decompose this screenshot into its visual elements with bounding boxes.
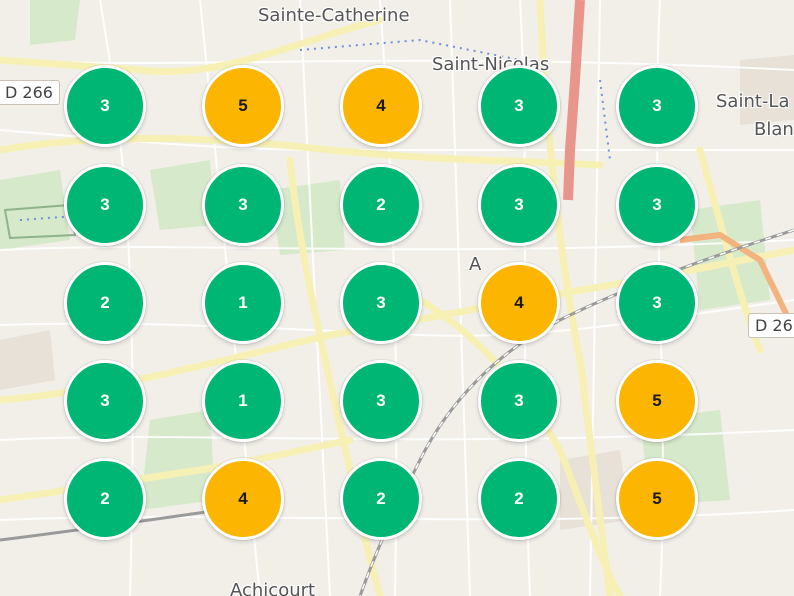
cluster-marker[interactable]: 2 <box>340 458 422 540</box>
cluster-marker[interactable]: 3 <box>616 262 698 344</box>
cluster-marker[interactable]: 2 <box>340 164 422 246</box>
cluster-marker[interactable]: 3 <box>64 65 146 147</box>
cluster-marker[interactable]: 3 <box>202 164 284 246</box>
cluster-marker[interactable]: 1 <box>202 262 284 344</box>
road-badge-d266: D 266 <box>0 80 60 105</box>
cluster-marker[interactable]: 3 <box>478 360 560 442</box>
cluster-marker[interactable]: 1 <box>202 360 284 442</box>
cluster-marker[interactable]: 3 <box>616 164 698 246</box>
road-badge-d26: D 26 <box>748 313 794 338</box>
cluster-marker[interactable]: 3 <box>616 65 698 147</box>
cluster-marker[interactable]: 5 <box>616 458 698 540</box>
cluster-marker[interactable]: 2 <box>478 458 560 540</box>
cluster-marker[interactable]: 5 <box>616 360 698 442</box>
place-label-arras: A <box>469 254 482 275</box>
cluster-marker[interactable]: 3 <box>340 262 422 344</box>
place-label-sainte-catherine: Sainte-Catherine <box>258 5 410 26</box>
cluster-marker[interactable]: 4 <box>340 65 422 147</box>
cluster-marker[interactable]: 3 <box>478 164 560 246</box>
cluster-marker[interactable]: 3 <box>340 360 422 442</box>
cluster-marker[interactable]: 4 <box>202 458 284 540</box>
cluster-marker[interactable]: 2 <box>64 458 146 540</box>
place-label-saint-laurent-line2: Blan <box>754 119 794 140</box>
map-canvas[interactable]: Sainte-Catherine Saint-Nicolas Saint-La … <box>0 0 794 596</box>
place-label-achicourt: Achicourt <box>230 580 316 596</box>
cluster-marker[interactable]: 2 <box>64 262 146 344</box>
cluster-marker[interactable]: 3 <box>64 164 146 246</box>
cluster-marker[interactable]: 3 <box>478 65 560 147</box>
cluster-marker[interactable]: 5 <box>202 65 284 147</box>
cluster-marker[interactable]: 4 <box>478 262 560 344</box>
cluster-marker[interactable]: 3 <box>64 360 146 442</box>
place-label-saint-laurent: Saint-La <box>716 91 790 112</box>
